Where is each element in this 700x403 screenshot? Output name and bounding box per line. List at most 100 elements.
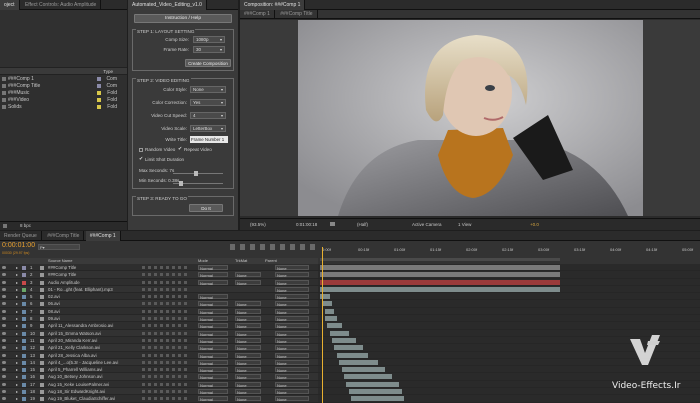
expand-arrow-icon[interactable]: ▸ <box>16 359 18 365</box>
layer-parent-select[interactable]: None <box>275 272 309 278</box>
layer-switches[interactable] <box>142 390 187 394</box>
label-color-swatch[interactable] <box>97 98 101 102</box>
frame-rate-select[interactable]: 30 <box>193 46 225 53</box>
visibility-eye-icon[interactable] <box>2 287 6 291</box>
layer-switches[interactable] <box>142 346 187 350</box>
expand-arrow-icon[interactable]: ▸ <box>16 286 18 292</box>
layer-mode-select[interactable]: Normal <box>198 352 228 358</box>
video-cut-speed-select[interactable]: 4 <box>190 112 226 119</box>
layer-color-label[interactable] <box>22 266 26 270</box>
layer-name[interactable]: Audio Amplitude <box>48 279 138 285</box>
expand-arrow-icon[interactable]: ▸ <box>16 279 18 285</box>
layer-parent-select[interactable]: None <box>275 279 309 285</box>
layer-switches[interactable] <box>142 368 187 372</box>
layer-name[interactable]: 01 - Ro...ght (feat. Elliphant).mp3 <box>48 286 138 292</box>
layer-trkmat-select[interactable]: None <box>235 337 261 343</box>
expand-arrow-icon[interactable]: ▸ <box>16 373 18 379</box>
layer-color-label[interactable] <box>22 390 26 395</box>
layer-parent-select[interactable]: None <box>275 330 309 336</box>
visibility-eye-icon[interactable] <box>2 302 6 306</box>
expand-arrow-icon[interactable]: ▸ <box>16 264 18 270</box>
layer-mode-select[interactable]: Normal <box>198 272 228 278</box>
min-seconds-slider[interactable] <box>173 181 223 186</box>
visibility-eye-icon[interactable] <box>2 368 6 372</box>
expand-arrow-icon[interactable]: ▸ <box>16 344 18 350</box>
visibility-eye-icon[interactable] <box>2 295 6 299</box>
expand-arrow-icon[interactable]: ▸ <box>16 330 18 336</box>
visibility-eye-icon[interactable] <box>2 397 6 401</box>
layer-duration-bar[interactable] <box>332 337 356 343</box>
layer-parent-select[interactable]: None <box>275 308 309 314</box>
layer-row[interactable]: ▸ 16 Aug 10_Betsey Johnson.avi Normal None No… <box>0 373 318 381</box>
layer-parent-select[interactable]: None <box>275 374 309 380</box>
layer-mode-select[interactable]: Normal <box>198 396 228 402</box>
layer-mode-select[interactable]: Normal <box>198 323 228 329</box>
label-color-swatch[interactable] <box>97 91 101 95</box>
layer-name[interactable]: 09.avi <box>48 315 138 321</box>
project-item[interactable]: ###Music Fold <box>0 90 127 97</box>
layer-row[interactable]: ▸ 15 April 5_Pharrell Williams.avi Normal No… <box>0 366 318 374</box>
layer-name[interactable]: April 5_Pharrell Williams.avi <box>48 366 138 372</box>
layer-name[interactable]: ###Comp Title <box>48 271 138 277</box>
column-type[interactable]: Type <box>103 69 113 74</box>
layer-color-label[interactable] <box>22 331 26 336</box>
limit-shot-checkbox[interactable]: ✔ <box>139 157 144 162</box>
color-style-select[interactable]: None <box>190 86 226 93</box>
layer-mode-select[interactable]: Normal <box>198 316 228 321</box>
layer-parent-select[interactable]: None <box>275 352 309 358</box>
layer-switches[interactable] <box>142 280 187 284</box>
tab-composition[interactable]: Composition: ###Comp 1 <box>240 0 306 10</box>
layer-parent-select[interactable]: None <box>275 389 309 394</box>
layer-row[interactable]: ▸ 14 April 4_...o(5.3r - Jacqueline Lee.av… <box>0 358 318 367</box>
tab-effect-controls[interactable]: Effect Controls: Audio Amplitude <box>21 0 102 10</box>
layer-switches[interactable] <box>142 338 187 342</box>
layer-parent-select[interactable]: None <box>275 337 309 343</box>
visibility-eye-icon[interactable] <box>2 390 6 394</box>
layer-switches[interactable] <box>142 302 187 306</box>
resolution-select[interactable]: (Half) <box>357 222 368 227</box>
expand-arrow-icon[interactable]: ▸ <box>16 352 18 358</box>
layer-parent-select[interactable]: None <box>275 301 309 307</box>
expand-arrow-icon[interactable]: ▸ <box>16 300 18 306</box>
layer-duration-bar[interactable] <box>324 316 337 322</box>
layer-mode-select[interactable]: Normal <box>198 265 228 270</box>
instruction-help-button[interactable]: Instruction / Help <box>134 14 232 23</box>
label-color-swatch[interactable] <box>97 105 101 109</box>
layer-row[interactable]: ▸ 1 ###Comp Title Normal None <box>0 264 318 272</box>
layer-row[interactable]: ▸ 11 April 20_Miranda Kerr.avi Normal None No… <box>0 336 318 345</box>
layer-color-label[interactable] <box>22 280 26 285</box>
do-it-button[interactable]: Do It <box>189 204 223 212</box>
layer-duration-bar[interactable] <box>320 279 560 285</box>
layer-duration-bar[interactable] <box>320 265 560 270</box>
layer-parent-select[interactable]: None <box>275 294 309 299</box>
track-row[interactable] <box>318 308 700 316</box>
expand-arrow-icon[interactable]: ▸ <box>16 388 18 394</box>
visibility-eye-icon[interactable] <box>2 338 6 342</box>
layer-row[interactable]: ▸ 19 Aug 19_Bluket_ClaudiaSchiffer.avi Norm… <box>0 395 318 403</box>
layer-parent-select[interactable]: None <box>275 396 309 402</box>
layer-mode-select[interactable]: Normal <box>198 279 228 285</box>
layer-mode-select[interactable]: Normal <box>198 367 228 372</box>
visibility-eye-icon[interactable] <box>2 353 6 357</box>
layer-trkmat-select[interactable]: None <box>235 389 261 394</box>
visibility-eye-icon[interactable] <box>2 266 6 269</box>
layer-duration-bar[interactable] <box>344 374 392 380</box>
layer-switches[interactable] <box>142 295 187 299</box>
visibility-eye-icon[interactable] <box>2 324 6 328</box>
random-video-checkbox[interactable] <box>139 148 143 152</box>
layer-switches[interactable] <box>142 273 187 277</box>
layer-mode-select[interactable]: Normal <box>198 345 228 351</box>
layer-duration-bar[interactable] <box>346 381 400 387</box>
layer-row[interactable]: ▸ 7 08.avi Normal None None <box>0 307 318 316</box>
layer-parent-select[interactable]: None <box>275 265 309 270</box>
layer-color-label[interactable] <box>22 346 26 351</box>
camera-icon[interactable] <box>330 222 335 226</box>
layer-color-label[interactable] <box>22 368 26 373</box>
expand-arrow-icon[interactable]: ▸ <box>16 308 18 314</box>
visibility-eye-icon[interactable] <box>2 273 6 277</box>
expand-arrow-icon[interactable]: ▸ <box>16 337 18 343</box>
layer-name[interactable]: April 21_Kelly Clarkson.avi <box>48 344 138 350</box>
layer-row[interactable]: ▸ 2 ###Comp Title Normal None None <box>0 271 318 279</box>
track-row[interactable] <box>318 264 700 272</box>
layer-color-label[interactable] <box>22 273 26 278</box>
